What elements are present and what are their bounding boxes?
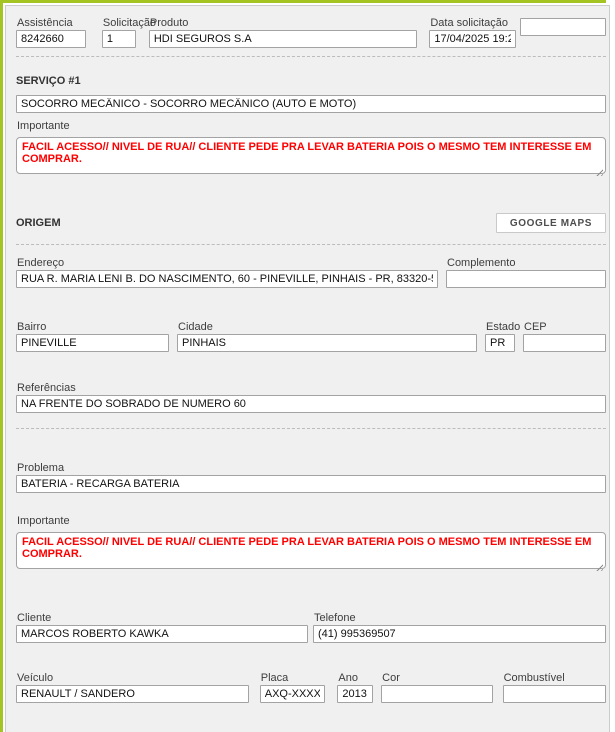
referencias-field: Referências (16, 382, 606, 413)
client-row: Cliente Telefone (16, 612, 606, 643)
cep-field: CEP (523, 321, 606, 352)
problema-field: Problema (16, 462, 606, 493)
endereco-input[interactable] (16, 270, 438, 288)
endereco-label: Endereço (17, 257, 438, 269)
origin-important-textarea-wrap: FACIL ACESSO// NIVEL DE RUA// CLIENTE PE… (16, 528, 606, 574)
data-solicitacao-secondary-input[interactable] (520, 18, 606, 36)
origin-important-label: Importante (17, 515, 606, 527)
assistencia-input[interactable] (16, 30, 86, 48)
complemento-field: Complemento (446, 257, 606, 288)
cliente-label: Cliente (17, 612, 308, 624)
produto-field: Produto (149, 17, 417, 48)
veiculo-field: Veículo (16, 672, 249, 703)
data-solicitacao-secondary-field (520, 17, 606, 36)
cep-input[interactable] (523, 334, 606, 352)
telefone-input[interactable] (313, 625, 606, 643)
complemento-input[interactable] (446, 270, 606, 288)
references-row: Referências (16, 382, 606, 413)
form-panel: Assistência Solicitação Produto Data sol… (5, 5, 610, 732)
cidade-input[interactable] (177, 334, 477, 352)
divider (16, 56, 606, 57)
servico-section-title: SERVIÇO #1 (16, 75, 606, 88)
service-row (16, 95, 606, 113)
solicitacao-input[interactable] (102, 30, 136, 48)
district-city-row: Bairro Cidade Estado CEP (16, 321, 606, 352)
complemento-label: Complemento (447, 257, 606, 269)
service-important-textarea-wrap: FACIL ACESSO// NIVEL DE RUA// CLIENTE PE… (16, 133, 606, 179)
cidade-field: Cidade (177, 321, 477, 352)
service-important-field: Importante FACIL ACESSO// NIVEL DE RUA//… (16, 120, 606, 179)
veiculo-label: Veículo (17, 672, 249, 684)
estado-input[interactable] (485, 334, 515, 352)
service-field (16, 95, 606, 113)
placa-field: Placa (260, 672, 326, 703)
assistencia-field: Assistência (16, 17, 86, 48)
data-solicitacao-field: Data solicitação (429, 17, 516, 48)
endereco-field: Endereço (16, 257, 438, 288)
produto-label: Produto (150, 17, 417, 29)
cliente-field: Cliente (16, 612, 308, 643)
telefone-label: Telefone (314, 612, 606, 624)
cor-input[interactable] (381, 685, 492, 703)
cep-label: CEP (524, 321, 606, 333)
ano-label: Ano (338, 672, 373, 684)
origin-important-textarea[interactable]: FACIL ACESSO// NIVEL DE RUA// CLIENTE PE… (16, 532, 606, 569)
cliente-input[interactable] (16, 625, 308, 643)
problem-row: Problema (16, 462, 606, 493)
data-solicitacao-input[interactable] (429, 30, 516, 48)
placa-input[interactable] (260, 685, 326, 703)
origin-important-field: Importante FACIL ACESSO// NIVEL DE RUA//… (16, 515, 606, 574)
referencias-input[interactable] (16, 395, 606, 413)
assistance-form-page: Assistência Solicitação Produto Data sol… (0, 0, 615, 732)
cor-label: Cor (382, 672, 492, 684)
vehicle-row: Veículo Placa Ano Cor Combustível (16, 672, 606, 703)
assistencia-label: Assistência (17, 17, 86, 29)
origin-important-row: Importante FACIL ACESSO// NIVEL DE RUA//… (16, 515, 606, 574)
origem-section-title: ORIGEM (16, 217, 61, 230)
telefone-field: Telefone (313, 612, 606, 643)
placa-label: Placa (261, 672, 326, 684)
bairro-label: Bairro (17, 321, 169, 333)
bairro-input[interactable] (16, 334, 169, 352)
service-important-label: Importante (17, 120, 606, 132)
address-row: Endereço Complemento (16, 257, 606, 288)
cor-field: Cor (381, 672, 492, 703)
produto-input[interactable] (149, 30, 417, 48)
ano-input[interactable] (337, 685, 373, 703)
estado-field: Estado (485, 321, 515, 352)
estado-label: Estado (486, 321, 515, 333)
origem-header-row: ORIGEM GOOGLE MAPS (16, 213, 606, 233)
problema-input[interactable] (16, 475, 606, 493)
solicitacao-field: Solicitação (102, 17, 136, 48)
accent-left-bar (0, 0, 3, 732)
solicitacao-label: Solicitação (103, 17, 136, 29)
header-row: Assistência Solicitação Produto Data sol… (16, 17, 606, 48)
accent-top-bar (0, 0, 606, 3)
service-input[interactable] (16, 95, 606, 113)
cidade-label: Cidade (178, 321, 477, 333)
problema-label: Problema (17, 462, 606, 474)
combustivel-label: Combustível (504, 672, 606, 684)
google-maps-button[interactable]: GOOGLE MAPS (496, 213, 606, 233)
divider (16, 428, 606, 429)
data-solicitacao-label: Data solicitação (430, 17, 516, 29)
combustivel-input[interactable] (503, 685, 606, 703)
divider (16, 244, 606, 245)
referencias-label: Referências (17, 382, 606, 394)
veiculo-input[interactable] (16, 685, 249, 703)
service-important-row: Importante FACIL ACESSO// NIVEL DE RUA//… (16, 120, 606, 179)
bairro-field: Bairro (16, 321, 169, 352)
service-important-textarea[interactable]: FACIL ACESSO// NIVEL DE RUA// CLIENTE PE… (16, 137, 606, 174)
ano-field: Ano (337, 672, 373, 703)
combustivel-field: Combustível (503, 672, 606, 703)
